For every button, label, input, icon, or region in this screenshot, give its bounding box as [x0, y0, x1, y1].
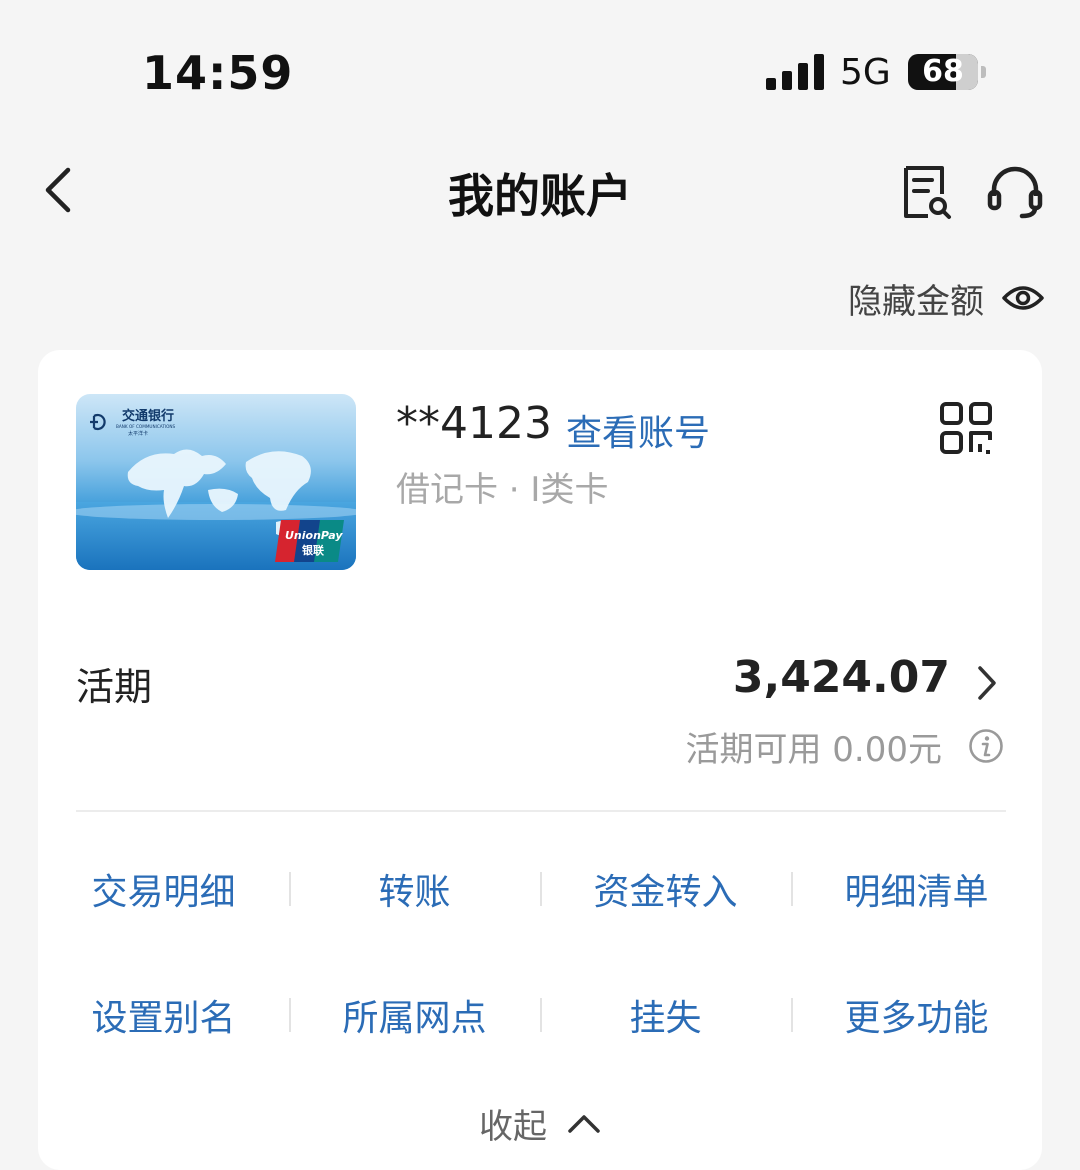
action-transaction-details[interactable]: 交易明细	[38, 852, 289, 926]
page-title: 我的账户	[448, 169, 632, 223]
status-bar: 14:59 5G 68	[0, 0, 1080, 140]
action-set-alias[interactable]: 设置别名	[38, 978, 289, 1052]
action-detail-statement[interactable]: 明细清单	[791, 852, 1042, 926]
status-time: 14:59	[142, 46, 294, 100]
bank-name-en: BANK OF COMMUNICATIONS	[116, 424, 176, 429]
signal-strength-icon	[766, 54, 824, 90]
account-card: 交通银行 BANK OF COMMUNICATIONS 太平洋卡 UnionPa…	[38, 350, 1042, 1170]
receipt-search-icon[interactable]	[898, 164, 954, 220]
chevron-up-icon	[568, 1115, 600, 1133]
qr-code-icon[interactable]	[940, 402, 992, 454]
action-fund-transfer-in[interactable]: 资金转入	[540, 852, 791, 926]
demand-balance-row[interactable]: 活期 3,424.07	[38, 646, 1042, 726]
headset-icon[interactable]	[986, 164, 1044, 220]
available-balance-row: 活期可用 0.00元	[685, 724, 1004, 770]
account-number-masked: **4123	[396, 398, 552, 449]
battery-tip	[981, 66, 986, 78]
actions-row-2: 设置别名 所属网点 挂失 更多功能	[38, 978, 1042, 1052]
hide-amount-toggle[interactable]: 隐藏金额	[848, 276, 1044, 322]
bank-card-artwork: 交通银行 BANK OF COMMUNICATIONS 太平洋卡 UnionPa…	[76, 408, 356, 570]
action-home-branch[interactable]: 所属网点	[289, 978, 540, 1052]
chevron-right-icon	[978, 666, 996, 700]
collapse-button[interactable]: 收起	[38, 1098, 1042, 1148]
action-report-loss[interactable]: 挂失	[540, 978, 791, 1052]
eye-icon	[1002, 286, 1044, 310]
account-actions-grid: 交易明细 转账 资金转入 明细清单 设置别名 所属网点 挂失 更多功能	[38, 852, 1042, 1104]
available-balance-text: 活期可用 0.00元	[685, 729, 942, 770]
nav-bar: 我的账户	[0, 140, 1080, 250]
collapse-label: 收起	[479, 1106, 547, 1147]
bank-card-image: 交通银行 BANK OF COMMUNICATIONS 太平洋卡 UnionPa…	[76, 394, 356, 570]
demand-deposit-label: 活期	[76, 665, 153, 709]
section-divider	[76, 810, 1006, 812]
unionpay-logo: UnionPay 银联	[275, 520, 344, 562]
card-type: 借记卡 · I类卡	[396, 470, 609, 510]
action-transfer[interactable]: 转账	[289, 852, 540, 926]
battery-level: 68	[922, 54, 964, 89]
card-product-name: 太平洋卡	[128, 430, 148, 437]
balance-amount: 3,424.07	[732, 652, 950, 703]
unionpay-text-cn: 银联	[302, 543, 324, 557]
actions-row-1: 交易明细 转账 资金转入 明细清单	[38, 852, 1042, 926]
chevron-left-icon[interactable]	[36, 162, 80, 218]
action-more-functions[interactable]: 更多功能	[791, 978, 1042, 1052]
battery-icon: 68	[908, 54, 978, 90]
unionpay-text-en: UnionPay	[285, 529, 343, 542]
view-account-number-link[interactable]: 查看账号	[566, 404, 710, 456]
bank-name-cn: 交通银行	[122, 408, 174, 424]
info-icon[interactable]	[968, 728, 1004, 764]
network-type: 5G	[840, 52, 891, 93]
hide-amount-label: 隐藏金额	[848, 281, 984, 322]
